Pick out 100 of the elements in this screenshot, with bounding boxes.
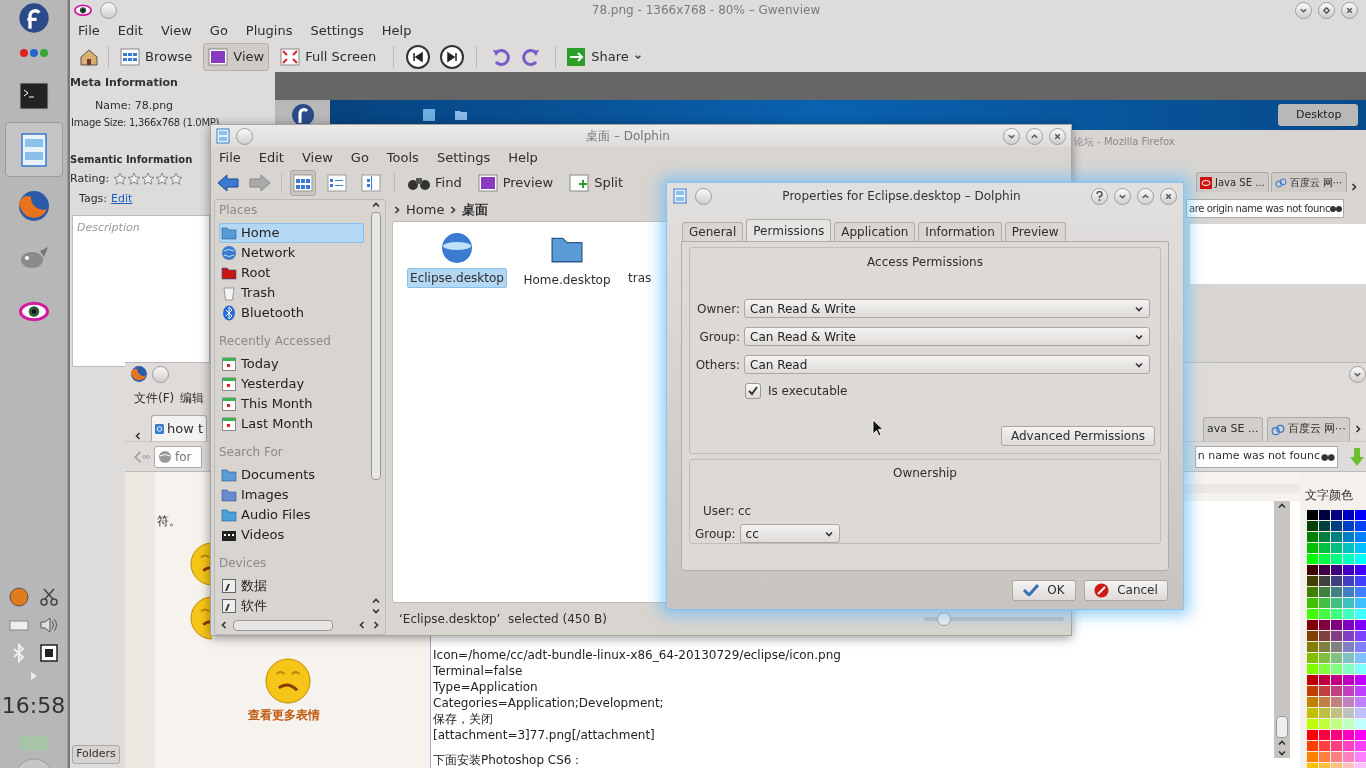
- browser-icon[interactable]: [16, 189, 51, 223]
- place-item[interactable]: Documents: [219, 465, 364, 485]
- menu-item[interactable]: View: [301, 148, 333, 168]
- advanced-permissions-button[interactable]: Advanced Permissions: [1001, 426, 1155, 446]
- menu-item[interactable]: View: [160, 21, 192, 41]
- minimize-button[interactable]: [1349, 365, 1366, 383]
- browser-tab[interactable]: Java SE ...: [1196, 172, 1269, 192]
- toolbar-button[interactable]: Split: [566, 170, 627, 196]
- window-menu-button[interactable]: [695, 187, 712, 205]
- menu-item[interactable]: Tools: [386, 148, 419, 168]
- maximize-button[interactable]: [1026, 127, 1043, 145]
- browser-tab[interactable]: 百度云 网⋯: [1266, 417, 1350, 441]
- toolbar-button[interactable]: View: [203, 43, 270, 71]
- cancel-button[interactable]: Cancel: [1084, 579, 1168, 601]
- toolbar-button[interactable]: Preview: [474, 170, 557, 196]
- menu-item[interactable]: 编辑: [180, 389, 205, 407]
- edit-link[interactable]: Edit: [111, 190, 133, 207]
- maximize-button[interactable]: [1318, 1, 1335, 19]
- search-field[interactable]: are origin name was not founc: [1186, 198, 1344, 218]
- menu-item[interactable]: Settings: [310, 21, 364, 41]
- menu-item[interactable]: Settings: [436, 148, 491, 168]
- folders-button[interactable]: Folders: [72, 745, 120, 764]
- browser-tab[interactable]: how t: [151, 415, 207, 441]
- minimize-button[interactable]: [1003, 127, 1020, 145]
- place-item[interactable]: Home: [219, 223, 364, 243]
- address-field[interactable]: for: [154, 445, 202, 468]
- permission-dropdown[interactable]: Can Read & Write: [744, 299, 1150, 318]
- file-name[interactable]: Eclipse.desktop: [407, 268, 507, 288]
- terminal-icon[interactable]: [18, 82, 49, 110]
- place-item[interactable]: 软件: [219, 596, 364, 613]
- help-button[interactable]: [1091, 187, 1108, 205]
- tab[interactable]: Preview: [1004, 222, 1066, 241]
- tab[interactable]: General: [682, 222, 744, 241]
- next-button[interactable]: [440, 45, 465, 69]
- permission-dropdown[interactable]: Can Read: [744, 355, 1150, 374]
- place-item[interactable]: This Month: [219, 394, 364, 414]
- file-name[interactable]: Home.desktop: [520, 270, 614, 290]
- breadcrumb-item[interactable]: Home: [406, 200, 445, 220]
- search-field[interactable]: n name was not founc: [1194, 445, 1338, 468]
- file-manager-launcher[interactable]: [4, 122, 63, 177]
- scroll-thumb[interactable]: [233, 619, 333, 631]
- place-item[interactable]: Last Month: [219, 414, 364, 434]
- desktop-button[interactable]: Desktop: [1278, 104, 1358, 126]
- browser-tab[interactable]: 百度云 网⋯: [1270, 172, 1347, 192]
- place-item[interactable]: Network: [219, 243, 364, 263]
- zoom-slider-thumb[interactable]: [936, 612, 951, 626]
- scroll-thumb[interactable]: [371, 212, 381, 480]
- menu-item[interactable]: Edit: [117, 21, 143, 41]
- window-menu-button[interactable]: [100, 1, 117, 19]
- window-menu-button[interactable]: [152, 365, 169, 383]
- menu-item[interactable]: File: [219, 148, 241, 168]
- toolbar-button[interactable]: Browse: [115, 43, 198, 71]
- menu-item[interactable]: Go: [209, 21, 228, 41]
- scroll-thumb[interactable]: [1276, 716, 1288, 738]
- menu-item[interactable]: Edit: [258, 148, 284, 168]
- tab[interactable]: Permissions: [746, 219, 832, 241]
- minimize-button[interactable]: [1295, 1, 1312, 19]
- maximize-button[interactable]: [1137, 187, 1154, 205]
- color-palette-drawing[interactable]: [1307, 510, 1366, 768]
- place-item[interactable]: 数据: [219, 576, 364, 596]
- tab[interactable]: Application: [834, 222, 916, 241]
- menu-item[interactable]: Plugins: [245, 21, 293, 41]
- scissors-icon[interactable]: [38, 587, 59, 607]
- back-arrow-icon[interactable]: [217, 174, 239, 192]
- menu-item[interactable]: Go: [350, 148, 369, 168]
- menu-item[interactable]: Help: [508, 148, 538, 168]
- place-item[interactable]: Trash: [219, 283, 364, 303]
- file-name[interactable]: tras: [625, 268, 655, 288]
- more-emoticons-link[interactable]: 查看更多表情: [248, 706, 320, 724]
- place-item[interactable]: Yesterday: [219, 374, 364, 394]
- menu-item[interactable]: File: [78, 21, 100, 41]
- menu-item[interactable]: 文件(F): [134, 389, 175, 407]
- close-button[interactable]: [1049, 127, 1066, 145]
- close-button[interactable]: [1160, 187, 1177, 205]
- toolbar-button[interactable]: Full Screen: [275, 43, 382, 71]
- place-item[interactable]: Today: [219, 354, 364, 374]
- place-item[interactable]: Audio Files: [219, 505, 364, 525]
- minimize-button[interactable]: [1114, 187, 1131, 205]
- logo-icon[interactable]: [17, 2, 50, 34]
- previous-button[interactable]: [406, 45, 431, 69]
- dots-icon[interactable]: [18, 48, 49, 58]
- star-rating[interactable]: [113, 172, 184, 187]
- place-item[interactable]: Images: [219, 485, 364, 505]
- permission-dropdown[interactable]: Can Read & Write: [744, 327, 1150, 346]
- place-item[interactable]: Bluetooth: [219, 303, 364, 323]
- speaker-icon[interactable]: [38, 615, 59, 635]
- place-item[interactable]: Videos: [219, 525, 364, 545]
- share-button[interactable]: Share: [562, 43, 646, 71]
- window-menu-button[interactable]: [236, 127, 253, 145]
- network-icon[interactable]: [38, 643, 59, 663]
- breadcrumb-item[interactable]: 桌面: [462, 200, 489, 220]
- group-dropdown[interactable]: cc: [739, 524, 840, 543]
- checkbox[interactable]: [745, 383, 761, 399]
- close-button[interactable]: [1341, 1, 1358, 19]
- tray-app-icon[interactable]: [8, 587, 29, 607]
- toolbar-button[interactable]: Find: [405, 170, 465, 196]
- browser-tab[interactable]: ava SE ...: [1203, 417, 1263, 441]
- menu-item[interactable]: Help: [381, 21, 412, 41]
- tab[interactable]: Information: [918, 222, 1002, 241]
- place-item[interactable]: Root: [219, 263, 364, 283]
